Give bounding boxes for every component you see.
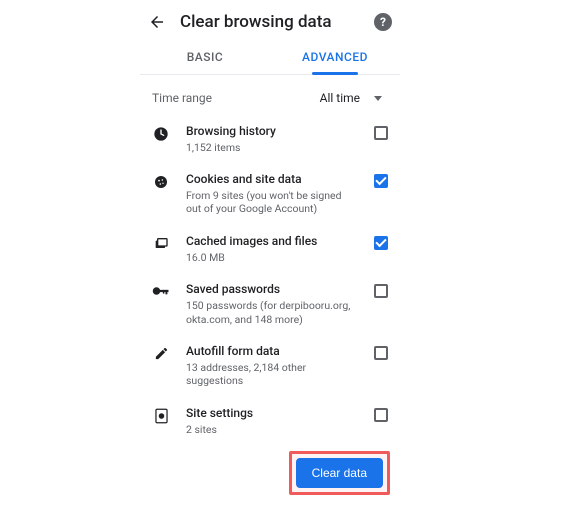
pencil-icon bbox=[152, 344, 170, 361]
help-icon[interactable]: ? bbox=[374, 13, 392, 31]
checkbox[interactable] bbox=[374, 408, 388, 422]
time-range-selector[interactable]: All time bbox=[320, 91, 388, 105]
checkbox[interactable] bbox=[374, 346, 388, 360]
item-body: Cookies and site data From 9 sites (you … bbox=[186, 172, 358, 216]
cookie-icon bbox=[152, 172, 170, 190]
item-title: Saved passwords bbox=[186, 282, 358, 298]
item-title: Cookies and site data bbox=[186, 172, 358, 188]
list-item: Browsing history 1,152 items bbox=[140, 115, 400, 163]
item-title: Site settings bbox=[186, 406, 358, 422]
page-title: Clear browsing data bbox=[180, 12, 360, 32]
item-body: Site settings 2 sites bbox=[186, 406, 358, 436]
settings-page-icon bbox=[152, 406, 170, 424]
list-item: Cached images and files 16.0 MB bbox=[140, 225, 400, 273]
highlight-annotation: Clear data bbox=[289, 451, 390, 495]
checkbox[interactable] bbox=[374, 284, 388, 298]
item-body: Saved passwords 150 passwords (for derpi… bbox=[186, 282, 358, 326]
images-icon bbox=[152, 234, 170, 252]
header: Clear browsing data ? bbox=[140, 0, 400, 40]
clear-data-button[interactable]: Clear data bbox=[296, 458, 383, 488]
tab-advanced[interactable]: ADVANCED bbox=[270, 40, 400, 74]
time-range-label: Time range bbox=[152, 91, 212, 105]
checkbox[interactable] bbox=[374, 236, 388, 250]
list-item: Saved passwords 150 passwords (for derpi… bbox=[140, 273, 400, 335]
clear-browsing-data-panel: Clear browsing data ? BASIC ADVANCED Tim… bbox=[140, 0, 400, 505]
time-range-value: All time bbox=[320, 91, 360, 105]
item-subtitle: 2 sites bbox=[186, 423, 358, 437]
tabs: BASIC ADVANCED bbox=[140, 40, 400, 75]
history-icon bbox=[152, 124, 170, 142]
item-body: Browsing history 1,152 items bbox=[186, 124, 358, 154]
tab-basic[interactable]: BASIC bbox=[140, 40, 270, 74]
item-title: Browsing history bbox=[186, 124, 358, 140]
time-range-row: Time range All time bbox=[140, 75, 400, 115]
item-subtitle: 1,152 items bbox=[186, 141, 358, 155]
checkbox[interactable] bbox=[374, 174, 388, 188]
list-item: Cookies and site data From 9 sites (you … bbox=[140, 163, 400, 225]
list-item: Site settings 2 sites bbox=[140, 397, 400, 445]
item-subtitle: 16.0 MB bbox=[186, 251, 358, 265]
item-body: Autofill form data 13 addresses, 2,184 o… bbox=[186, 344, 358, 388]
item-body: Cached images and files 16.0 MB bbox=[186, 234, 358, 264]
back-icon[interactable] bbox=[148, 13, 166, 31]
item-title: Cached images and files bbox=[186, 234, 358, 250]
item-title: Autofill form data bbox=[186, 344, 358, 360]
item-subtitle: 150 passwords (for derpibooru.org, okta.… bbox=[186, 299, 358, 326]
footer: Clear data bbox=[140, 445, 400, 505]
item-subtitle: 13 addresses, 2,184 other suggestions bbox=[186, 361, 358, 388]
checkbox[interactable] bbox=[374, 126, 388, 140]
item-subtitle: From 9 sites (you won't be signed out of… bbox=[186, 189, 358, 216]
key-icon bbox=[152, 282, 170, 298]
list-item: Autofill form data 13 addresses, 2,184 o… bbox=[140, 335, 400, 397]
chevron-down-icon bbox=[374, 96, 382, 101]
